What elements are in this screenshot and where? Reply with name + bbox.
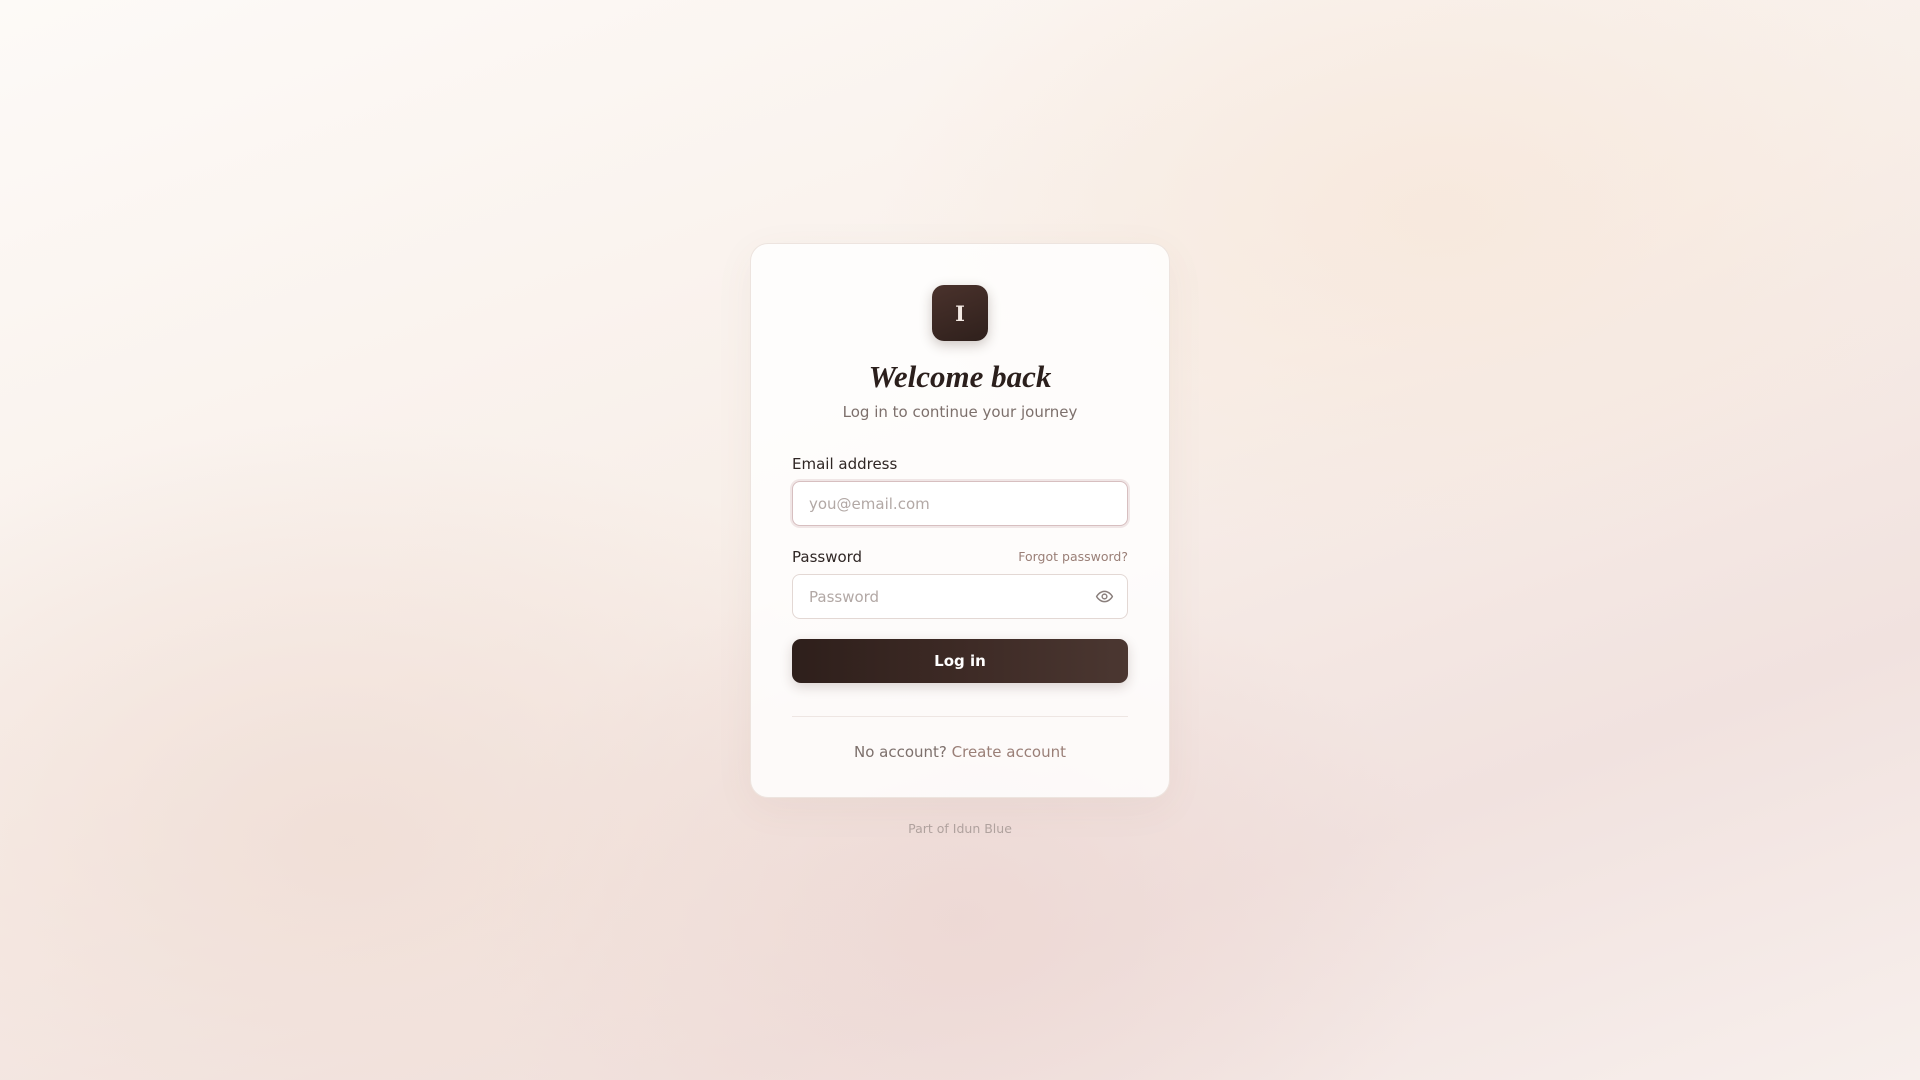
create-account-link[interactable]: Create account [952,743,1066,761]
login-button[interactable]: Log in [792,639,1128,683]
login-card: I Welcome back Log in to continue your j… [750,243,1170,798]
email-label-row: Email address [792,454,1128,474]
logo-letter: I [955,300,965,326]
brand-note: Part of Idun Blue [908,821,1012,836]
signup-prompt-text: No account? [853,743,947,761]
password-field-wrap [792,574,1128,619]
eye-icon[interactable] [1095,587,1114,606]
divider [792,716,1128,717]
email-input[interactable] [792,481,1128,526]
email-field-wrap [792,481,1128,526]
app-logo: I [932,285,988,341]
password-label: Password [792,548,863,566]
password-input[interactable] [792,574,1128,619]
page-subtitle: Log in to continue your journey [842,403,1078,421]
signup-prompt: No account? Create account [792,742,1128,762]
forgot-password-link[interactable]: Forgot password? [1018,547,1128,567]
password-label-row: Password Forgot password? [792,547,1128,567]
email-label: Email address [792,455,898,473]
page-title: Welcome back [868,359,1052,394]
